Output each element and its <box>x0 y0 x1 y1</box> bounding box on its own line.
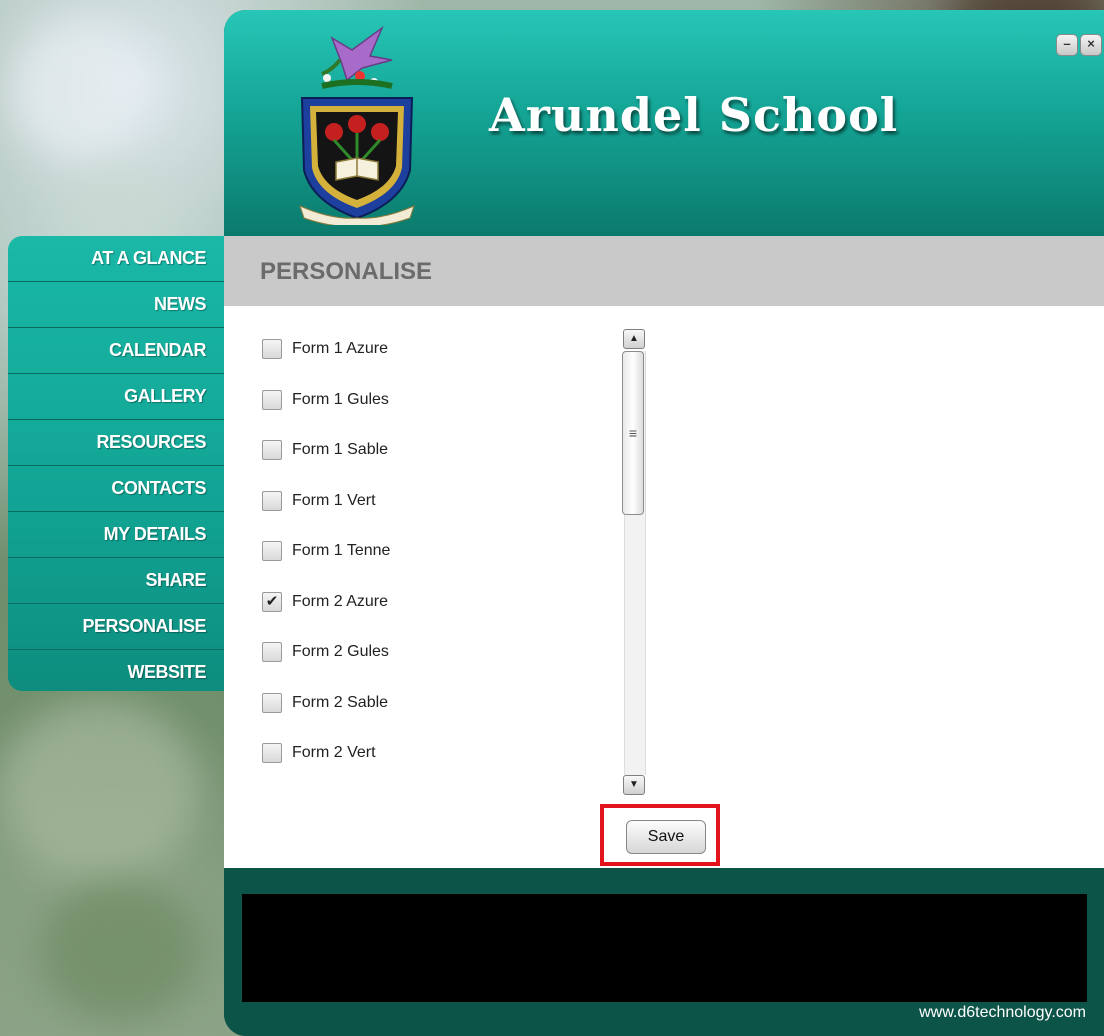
sidebar-item-resources[interactable]: RESOURCES <box>8 420 224 466</box>
sidebar-item-my-details[interactable]: MY DETAILS <box>8 512 224 558</box>
sidebar-item-news[interactable]: NEWS <box>8 282 224 328</box>
checkbox[interactable] <box>262 541 282 562</box>
footer: www.d6technology.com <box>224 868 1104 1036</box>
group-checkbox-list: Form 1 Azure Form 1 Gules Form 1 Sable F… <box>262 324 602 794</box>
checkbox[interactable] <box>262 692 282 713</box>
window-controls: – × <box>1056 34 1102 56</box>
list-item-label: Form 1 Gules <box>292 390 389 408</box>
checkbox[interactable] <box>262 339 282 360</box>
checkbox[interactable] <box>262 642 282 663</box>
app-window: Arundel School – × PERSONALISE Form 1 Az… <box>224 10 1104 1036</box>
save-highlight-box: Save <box>600 804 720 866</box>
list-item-label: Form 1 Sable <box>292 441 389 459</box>
list-item[interactable]: Form 2 Sable <box>262 678 602 729</box>
section-header: PERSONALISE <box>224 236 1104 306</box>
scroll-down-icon[interactable]: ▼ <box>623 775 645 795</box>
list-scrollbar[interactable]: ▲ ≡ ▼ <box>622 329 648 795</box>
close-icon[interactable]: × <box>1080 34 1102 56</box>
list-item-label: Form 1 Tenne <box>292 542 391 560</box>
personalise-panel: Form 1 Azure Form 1 Gules Form 1 Sable F… <box>224 306 1104 868</box>
list-item[interactable]: Form 1 Vert <box>262 476 602 527</box>
sidebar-item-gallery[interactable]: GALLERY <box>8 374 224 420</box>
list-item[interactable] <box>262 779 602 794</box>
header: Arundel School – × <box>224 10 1104 236</box>
list-item-label: Form 1 Vert <box>292 491 376 509</box>
sidebar-nav: AT A GLANCE NEWS CALENDAR GALLERY RESOUR… <box>8 236 224 691</box>
list-item-label: Form 2 Vert <box>292 744 376 762</box>
sidebar-item-website[interactable]: WEBSITE <box>8 650 224 691</box>
list-item[interactable]: Form 1 Azure <box>262 324 602 375</box>
page-title: PERSONALISE <box>260 258 433 285</box>
sidebar-item-at-a-glance[interactable]: AT A GLANCE <box>8 236 224 282</box>
footer-credit[interactable]: www.d6technology.com <box>919 1004 1086 1022</box>
sidebar-item-calendar[interactable]: CALENDAR <box>8 328 224 374</box>
sidebar-item-personalise[interactable]: PERSONALISE <box>8 604 224 650</box>
banner-panel <box>242 894 1087 1002</box>
list-item[interactable]: ✔ Form 2 Azure <box>262 577 602 628</box>
list-item-label: Form 1 Azure <box>292 340 389 358</box>
checkbox[interactable] <box>262 389 282 410</box>
sidebar-item-share[interactable]: SHARE <box>8 558 224 604</box>
scrollbar-thumb[interactable]: ≡ <box>622 351 644 515</box>
list-item[interactable]: Form 1 Tenne <box>262 526 602 577</box>
list-item-label: Form 2 Sable <box>292 693 389 711</box>
scroll-up-icon[interactable]: ▲ <box>623 329 645 349</box>
list-item[interactable]: Form 2 Vert <box>262 728 602 779</box>
checkbox[interactable] <box>262 440 282 461</box>
list-item[interactable]: Form 1 Gules <box>262 375 602 426</box>
list-item[interactable]: Form 1 Sable <box>262 425 602 476</box>
list-item-label: Form 2 Azure <box>292 592 389 610</box>
list-item-label: Form 2 Gules <box>292 643 389 661</box>
checkbox[interactable] <box>262 743 282 764</box>
sidebar-item-contacts[interactable]: CONTACTS <box>8 466 224 512</box>
list-item[interactable]: Form 2 Gules <box>262 627 602 678</box>
minimize-icon[interactable]: – <box>1056 34 1078 56</box>
save-button[interactable]: Save <box>626 820 706 854</box>
checkbox[interactable]: ✔ <box>262 591 282 612</box>
checkbox[interactable] <box>262 490 282 511</box>
school-crest-logo <box>299 25 415 225</box>
school-title: Arundel School <box>489 88 899 142</box>
